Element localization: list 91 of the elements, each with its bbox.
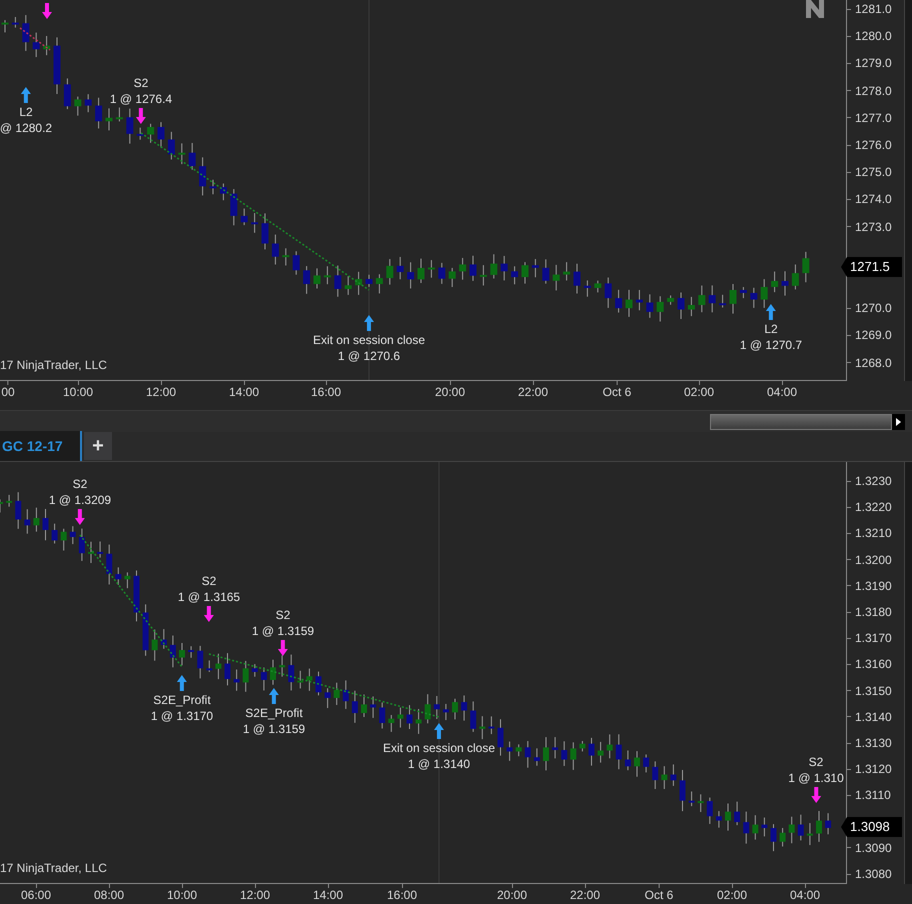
- time-label: 20:00: [434, 385, 466, 400]
- time-label: 22:00: [570, 888, 600, 903]
- up-arrow-icon: [766, 304, 776, 320]
- down-arrow-icon: [136, 108, 146, 124]
- trade-price: 1 @ 1.310: [788, 770, 844, 786]
- trade-price: 1 @ 1270.7: [740, 337, 802, 353]
- price-label: 1.3090: [855, 840, 892, 856]
- price-label: 1270.0: [855, 300, 892, 316]
- time-label: 10:00: [166, 888, 198, 903]
- price-label: 1.3230: [855, 473, 892, 489]
- trade-price: 1 @ 1276.4: [110, 91, 172, 107]
- price-label: 1.3190: [855, 578, 892, 594]
- time-label: 22:00: [518, 385, 548, 400]
- trade-label: Exit on session close: [382, 740, 496, 756]
- price-label: 1.3200: [855, 552, 892, 568]
- up-arrow-icon: [177, 675, 187, 691]
- trade-price: 1 @ 1.3165: [178, 589, 240, 605]
- trade-price: @ 1280.2: [0, 120, 52, 136]
- price-label: 1.3080: [855, 866, 892, 882]
- trade-price: 1 @ 1.3159: [242, 721, 306, 737]
- time-label: Oct 6: [602, 385, 632, 400]
- right-triangle-icon: [896, 418, 901, 426]
- trade-price: 1 @ 1270.6: [338, 348, 400, 364]
- time-label: 00: [1, 385, 15, 400]
- price-label: 1.3210: [855, 525, 892, 542]
- logo-icon: [806, 0, 824, 18]
- down-arrow-icon: [204, 606, 214, 622]
- price-label: 1280.0: [855, 28, 892, 44]
- scroll-thumb[interactable]: [710, 414, 892, 430]
- trade-label: L2: [764, 321, 778, 337]
- price-label: 1278.0: [855, 82, 892, 99]
- price-label: 1277.0: [855, 110, 892, 126]
- trade-price: 1 @ 1.3140: [408, 756, 470, 772]
- price-label: 1274.0: [855, 191, 892, 208]
- price-label: 1.3160: [855, 656, 892, 672]
- price-label: 1.3110: [855, 787, 891, 804]
- trade-label: S2: [72, 476, 88, 492]
- time-label: 14:00: [312, 888, 344, 903]
- price-label: 1269.0: [855, 327, 892, 344]
- scroll-right-button[interactable]: [892, 414, 905, 430]
- time-label: 14:00: [228, 385, 260, 400]
- trade-label: S2E_Profit: [153, 692, 211, 708]
- time-label: 16:00: [310, 385, 342, 400]
- price-label: 1273.0: [855, 218, 892, 235]
- trade-price: 1 @ 1.3209: [48, 492, 112, 508]
- price-label: 1.3170: [855, 630, 892, 646]
- time-label: 12:00: [146, 385, 176, 400]
- chart-tab[interactable]: GC 12-17: [0, 431, 82, 461]
- copyright-text: 17 NinjaTrader, LLC: [0, 860, 107, 877]
- time-label: 04:00: [766, 385, 798, 400]
- down-arrow-icon: [42, 3, 52, 19]
- time-label: Oct 6: [644, 888, 674, 903]
- price-label: 1279.0: [855, 55, 892, 72]
- price-label: 1.3220: [855, 499, 892, 516]
- time-label: 12:00: [240, 888, 270, 903]
- add-tab-button[interactable]: +: [84, 432, 112, 460]
- trade-label: S2E_Profit: [245, 705, 303, 721]
- trade-label: Exit on session close: [312, 332, 426, 348]
- price-label: 1275.0: [855, 164, 892, 180]
- price-label: 1281.0: [855, 1, 892, 17]
- time-label: 16:00: [386, 888, 418, 903]
- time-label: 02:00: [684, 385, 714, 400]
- time-label: 08:00: [94, 888, 124, 903]
- up-arrow-icon: [434, 723, 444, 739]
- time-label: 20:00: [496, 888, 528, 903]
- time-label: 06:00: [20, 888, 52, 903]
- price-label: 1.3180: [855, 604, 892, 620]
- up-arrow-icon: [269, 688, 279, 704]
- copyright-text: 17 NinjaTrader, LLC: [0, 357, 107, 374]
- time-label: 10:00: [62, 385, 94, 400]
- price-label: 1276.0: [855, 137, 892, 153]
- up-arrow-icon: [364, 315, 374, 331]
- price-label: 1.3130: [855, 735, 892, 751]
- trade-label: L2: [19, 104, 33, 120]
- trade-label: S2: [276, 607, 290, 623]
- time-label: 04:00: [790, 888, 820, 903]
- up-arrow-icon: [21, 87, 31, 103]
- trade-price: 1 @ 1.3159: [252, 623, 314, 639]
- price-label: 1.3120: [855, 761, 892, 778]
- down-arrow-icon: [811, 787, 821, 803]
- trade-label: S2: [202, 573, 216, 589]
- trade-label: S2: [808, 754, 824, 770]
- trade-price: 1 @ 1.3170: [150, 708, 214, 724]
- price-label: 1.3140: [855, 708, 892, 725]
- trade-line: [20, 27, 50, 51]
- trade-label: S2: [134, 75, 148, 91]
- down-arrow-icon: [278, 640, 288, 656]
- price-label: 1.3150: [855, 682, 892, 699]
- time-label: 02:00: [716, 888, 748, 903]
- down-arrow-icon: [75, 509, 85, 525]
- price-label: 1268.0: [855, 354, 892, 371]
